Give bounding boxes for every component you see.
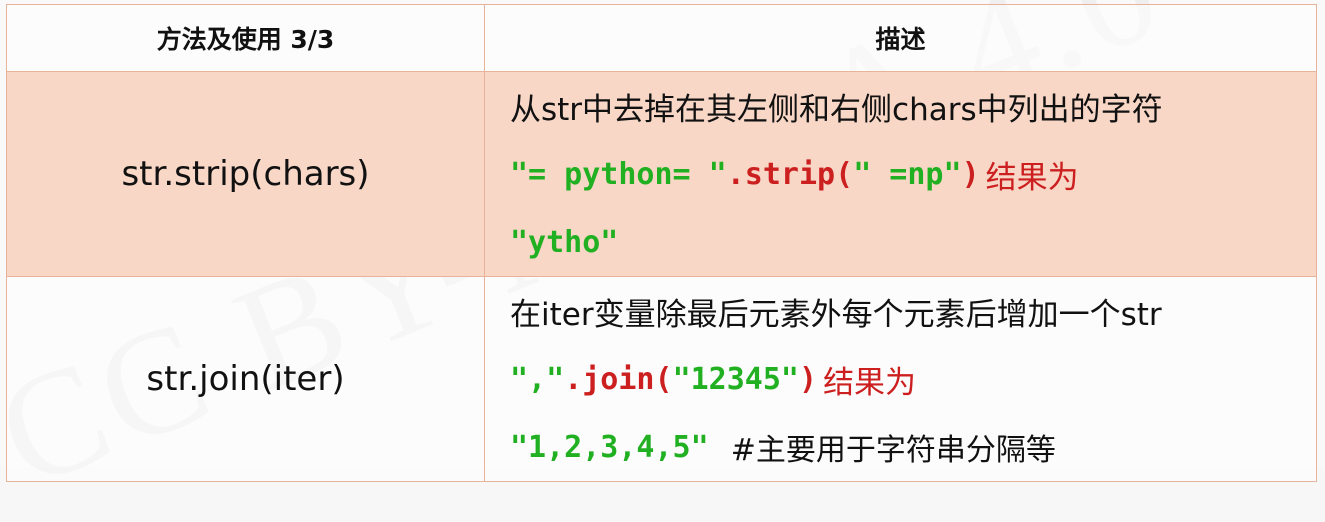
result-line: "ytho" <box>510 208 1316 276</box>
description-cell: 在iter变量除最后元素外每个元素后增加一个str "," .join( "12… <box>484 276 1317 482</box>
example-line: "= python= " .strip( " =np" ) 结果为 <box>510 140 1316 208</box>
example-line: "," .join( "12345" ) 结果为 <box>510 345 1316 413</box>
example-result: "1,2,3,4,5" <box>510 429 709 465</box>
example-call: .join( <box>564 361 673 397</box>
example-string: "= python= " <box>510 156 727 192</box>
example-call: .strip( <box>726 156 854 192</box>
description-text: 从str中去掉在其左侧和右侧chars中列出的字符 <box>510 91 1163 128</box>
table-row: str.strip(chars) 从str中去掉在其左侧和右侧chars中列出的… <box>6 71 1317 277</box>
description-cell: 从str中去掉在其左侧和右侧chars中列出的字符 "= python= " .… <box>484 71 1317 277</box>
description-text: 在iter变量除最后元素外每个元素后增加一个str <box>510 296 1162 333</box>
example-result: "ytho" <box>510 224 619 260</box>
example-close: ) <box>961 156 980 192</box>
header-row: 方法及使用 3/3 描述 <box>6 4 1317 72</box>
method-cell: str.strip(chars) <box>6 71 485 277</box>
example-comment: #主要用于字符串分隔等 <box>730 433 1056 468</box>
table-row: str.join(iter) 在iter变量除最后元素外每个元素后增加一个str… <box>6 276 1317 482</box>
header-method: 方法及使用 3/3 <box>6 4 485 72</box>
method-cell: str.join(iter) <box>6 276 485 482</box>
header-description: 描述 <box>484 4 1317 72</box>
example-arg: "12345" <box>672 361 799 397</box>
result-line: "1,2,3,4,5" #主要用于字符串分隔等 <box>510 413 1316 481</box>
methods-table: 方法及使用 3/3 描述 str.strip(chars) 从str中去掉在其左… <box>6 4 1317 482</box>
slide-frame: CC BY-NC-SA 4.0 方法及使用 3/3 描述 str.strip(c… <box>0 0 1325 519</box>
example-arg: " =np" <box>853 156 962 192</box>
result-label: 结果为 <box>823 364 917 401</box>
result-label: 结果为 <box>985 159 1079 196</box>
example-close: ) <box>799 361 818 397</box>
example-string: "," <box>510 361 565 397</box>
